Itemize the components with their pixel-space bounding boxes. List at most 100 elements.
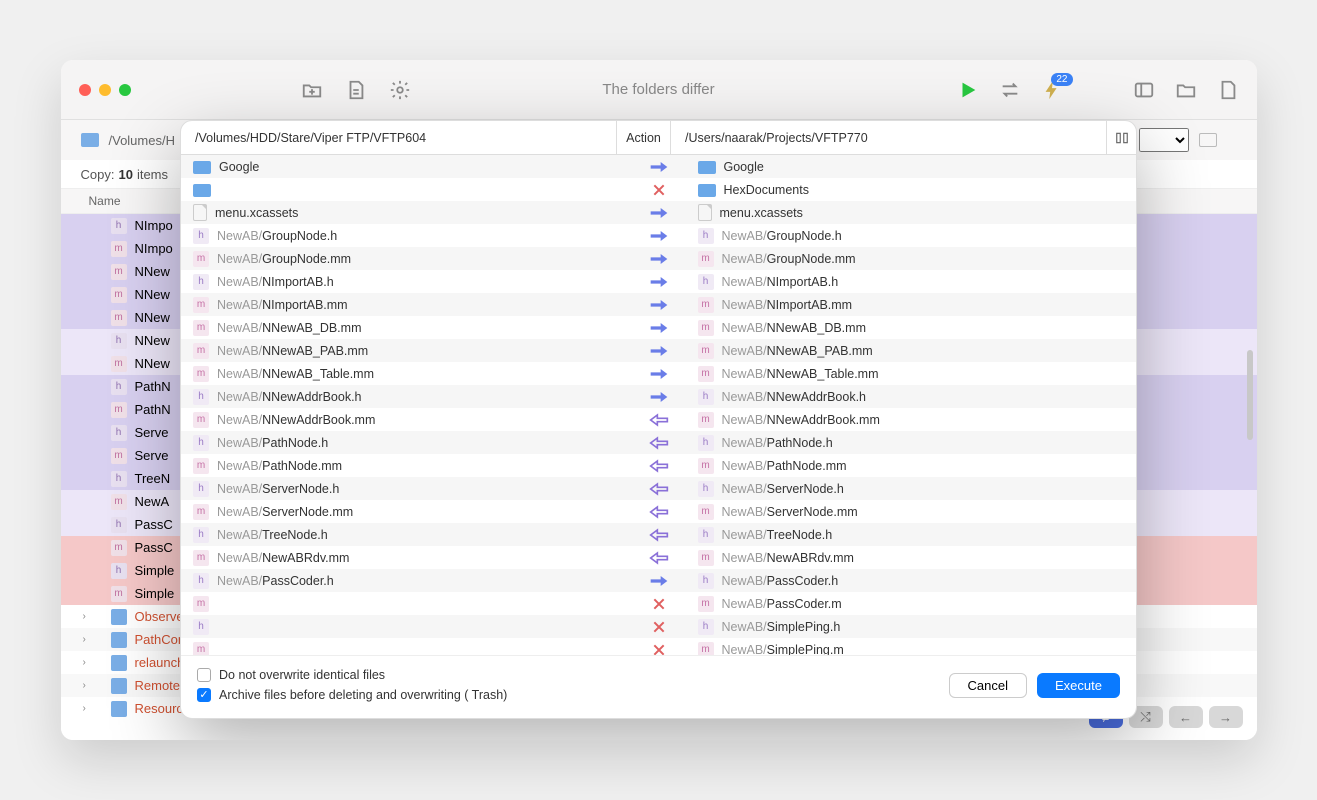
modal-left-path: /Volumes/HDD/Stare/Viper FTP/VFTP604	[181, 121, 617, 154]
h-file-icon: h	[698, 228, 714, 244]
m-file-icon: m	[193, 297, 209, 313]
h-file-icon: h	[193, 389, 209, 405]
m-file-icon: m	[698, 412, 714, 428]
table-row[interactable]: mNewAB/NNewAB_Table.mm mNewAB/NNewAB_Tab…	[181, 362, 1136, 385]
execute-button[interactable]: Execute	[1037, 673, 1120, 698]
table-row[interactable]: mNewAB/NewABRdv.mm mNewAB/NewABRdv.mm	[181, 546, 1136, 569]
table-row[interactable]: mNewAB/NNewAB_DB.mm mNewAB/NNewAB_DB.mm	[181, 316, 1136, 339]
table-row[interactable]: mNewAB/NImportAB.mm mNewAB/NImportAB.mm	[181, 293, 1136, 316]
m-file-icon: m	[698, 366, 714, 382]
h-file-icon: h	[698, 389, 714, 405]
sync-action-icon[interactable]	[651, 182, 667, 198]
m-file-icon: m	[193, 504, 209, 520]
table-row[interactable]: mNewAB/NNewAB_PAB.mm mNewAB/NNewAB_PAB.m…	[181, 339, 1136, 362]
m-file-icon: m	[698, 251, 714, 267]
h-file-icon: h	[193, 435, 209, 451]
modal-action-header: Action	[617, 121, 671, 154]
sync-action-icon[interactable]	[649, 551, 669, 565]
h-file-icon: h	[193, 573, 209, 589]
m-file-icon: m	[698, 642, 714, 656]
table-row[interactable]: HexDocuments	[181, 178, 1136, 201]
table-row[interactable]: m mNewAB/PassCoder.m	[181, 592, 1136, 615]
sync-action-icon[interactable]	[649, 160, 669, 174]
h-file-icon: h	[698, 481, 714, 497]
file-icon	[698, 204, 712, 221]
checkbox-icon	[197, 668, 211, 682]
sync-action-icon[interactable]	[649, 344, 669, 358]
m-file-icon: m	[193, 320, 209, 336]
sync-action-icon[interactable]	[649, 436, 669, 450]
file-icon	[193, 204, 207, 221]
table-row[interactable]: hNewAB/ServerNode.h hNewAB/ServerNode.h	[181, 477, 1136, 500]
h-file-icon: h	[193, 274, 209, 290]
sync-action-icon[interactable]	[649, 229, 669, 243]
m-file-icon: m	[698, 596, 714, 612]
sync-action-icon[interactable]	[649, 482, 669, 496]
h-file-icon: h	[193, 619, 209, 635]
h-file-icon: h	[193, 527, 209, 543]
sync-action-icon[interactable]	[649, 390, 669, 404]
columns-icon[interactable]	[1106, 121, 1136, 154]
m-file-icon: m	[193, 343, 209, 359]
folder-icon	[698, 161, 716, 174]
modal-overlay: /Volumes/HDD/Stare/Viper FTP/VFTP604 Act…	[61, 60, 1257, 740]
m-file-icon: m	[698, 458, 714, 474]
table-row[interactable]: mNewAB/GroupNode.mm mNewAB/GroupNode.mm	[181, 247, 1136, 270]
sync-action-icon[interactable]	[651, 619, 667, 635]
h-file-icon: h	[698, 573, 714, 589]
h-file-icon: h	[698, 527, 714, 543]
m-file-icon: m	[698, 320, 714, 336]
app-window: The folders differ 22 /Volumes/H Copy: 1…	[61, 60, 1257, 740]
h-file-icon: h	[698, 435, 714, 451]
table-row[interactable]: m mNewAB/SimplePing.m	[181, 638, 1136, 655]
table-row[interactable]: mNewAB/ServerNode.mm mNewAB/ServerNode.m…	[181, 500, 1136, 523]
h-file-icon: h	[193, 228, 209, 244]
sync-action-icon[interactable]	[649, 367, 669, 381]
sync-action-icon[interactable]	[649, 321, 669, 335]
table-row[interactable]: hNewAB/PathNode.h hNewAB/PathNode.h	[181, 431, 1136, 454]
sync-action-icon[interactable]	[649, 252, 669, 266]
folder-icon	[698, 184, 716, 197]
sync-action-icon[interactable]	[649, 459, 669, 473]
modal-right-path: /Users/naarak/Projects/VFTP770	[671, 121, 1106, 154]
table-row[interactable]: hNewAB/PassCoder.h hNewAB/PassCoder.h	[181, 569, 1136, 592]
table-row[interactable]: mNewAB/PathNode.mm mNewAB/PathNode.mm	[181, 454, 1136, 477]
sync-action-icon[interactable]	[649, 505, 669, 519]
modal-file-list: Google Google HexDocuments menu.xcassets…	[181, 155, 1136, 655]
h-file-icon: h	[698, 619, 714, 635]
sync-action-icon[interactable]	[651, 642, 667, 656]
table-row[interactable]: mNewAB/NNewAddrBook.mm mNewAB/NNewAddrBo…	[181, 408, 1136, 431]
h-file-icon: h	[193, 481, 209, 497]
m-file-icon: m	[698, 297, 714, 313]
table-row[interactable]: hNewAB/NImportAB.h hNewAB/NImportAB.h	[181, 270, 1136, 293]
sync-action-icon[interactable]	[649, 528, 669, 542]
sync-action-icon[interactable]	[649, 206, 669, 220]
m-file-icon: m	[698, 343, 714, 359]
checkbox-no-overwrite[interactable]: Do not overwrite identical files	[197, 668, 507, 682]
table-row[interactable]: menu.xcassets menu.xcassets	[181, 201, 1136, 224]
m-file-icon: m	[193, 251, 209, 267]
table-row[interactable]: hNewAB/GroupNode.h hNewAB/GroupNode.h	[181, 224, 1136, 247]
sync-preview-modal: /Volumes/HDD/Stare/Viper FTP/VFTP604 Act…	[180, 120, 1137, 719]
table-row[interactable]: h hNewAB/SimplePing.h	[181, 615, 1136, 638]
sync-action-icon[interactable]	[649, 298, 669, 312]
sync-action-icon[interactable]	[649, 413, 669, 427]
checkbox-checked-icon	[197, 688, 211, 702]
cancel-button[interactable]: Cancel	[949, 673, 1027, 698]
sync-action-icon[interactable]	[649, 275, 669, 289]
sync-action-icon[interactable]	[651, 596, 667, 612]
m-file-icon: m	[193, 550, 209, 566]
m-file-icon: m	[193, 596, 209, 612]
table-row[interactable]: Google Google	[181, 155, 1136, 178]
m-file-icon: m	[698, 504, 714, 520]
m-file-icon: m	[193, 458, 209, 474]
sync-action-icon[interactable]	[649, 574, 669, 588]
checkbox-archive[interactable]: Archive files before deleting and overwr…	[197, 688, 507, 702]
m-file-icon: m	[698, 550, 714, 566]
table-row[interactable]: hNewAB/NNewAddrBook.h hNewAB/NNewAddrBoo…	[181, 385, 1136, 408]
m-file-icon: m	[193, 642, 209, 656]
modal-header: /Volumes/HDD/Stare/Viper FTP/VFTP604 Act…	[181, 121, 1136, 155]
m-file-icon: m	[193, 412, 209, 428]
m-file-icon: m	[193, 366, 209, 382]
table-row[interactable]: hNewAB/TreeNode.h hNewAB/TreeNode.h	[181, 523, 1136, 546]
